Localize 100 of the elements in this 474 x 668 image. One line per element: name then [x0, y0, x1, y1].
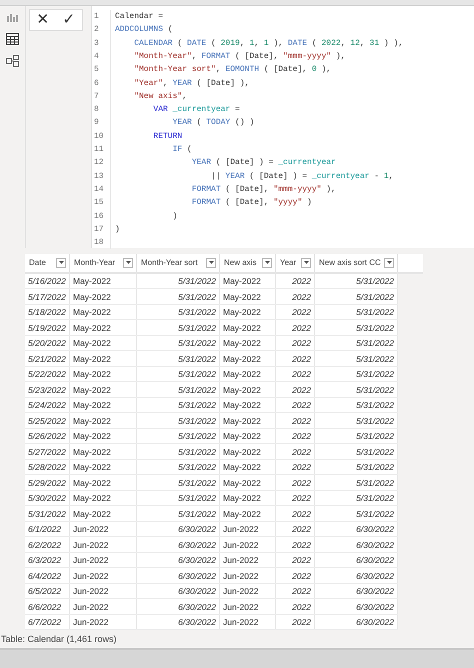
table-cell: 2022 [276, 320, 315, 335]
table-cell: May-2022 [70, 460, 137, 474]
table-cell: 6/5/2022 [25, 584, 70, 598]
table-cell: Jun-2022 [70, 537, 137, 552]
filter-dropdown-icon[interactable] [262, 258, 272, 268]
table-cell: May-2022 [70, 428, 137, 444]
table-cell: 5/31/2022 [315, 304, 398, 320]
table-cell: 5/31/2022 [315, 413, 398, 428]
table-cell: Jun-2022 [220, 537, 276, 552]
table-cell: 2022 [276, 537, 315, 552]
table-cell: 5/31/2022 [315, 506, 398, 521]
table-cell: 2022 [276, 599, 315, 614]
line-number: 10 [93, 132, 105, 141]
table-cell: May-2022 [220, 336, 276, 350]
table-cell: 5/17/2022 [25, 289, 70, 304]
table-cell: 2022 [276, 366, 315, 382]
table-cell: Jun-2022 [70, 568, 137, 583]
table-cell: 5/31/2022 [137, 274, 220, 288]
table-cell: 5/31/2022 [137, 289, 220, 304]
filter-dropdown-icon[interactable] [123, 258, 133, 268]
commit-button[interactable]: ✓ [62, 12, 76, 28]
table-cell: 2022 [276, 274, 315, 288]
table-cell: 5/31/2022 [315, 475, 398, 490]
line-number: 15 [93, 198, 105, 208]
code-line: YEAR ( TODAY () ) [110, 116, 254, 130]
code-line: FORMAT ( [Date], "yyyy" ) [110, 196, 312, 210]
code-line: || YEAR ( [Date] ) = _currentyear - 1, [110, 170, 394, 183]
code-line: CALENDAR ( DATE ( 2019, 1, 1 ), DATE ( 2022, 12, 31 ) ), [110, 36, 404, 50]
report-view-icon[interactable] [7, 12, 18, 23]
code-line: ) [110, 209, 178, 223]
column-header[interactable]: New axis sort CC [319, 258, 381, 268]
table-cell: May-2022 [70, 274, 137, 288]
table-cell: Jun-2022 [220, 552, 276, 568]
line-number: 13 [93, 172, 105, 181]
column-header[interactable]: Month-Year sort [141, 258, 198, 268]
table-cell: 6/2/2022 [25, 537, 70, 552]
line-number: 11 [93, 145, 105, 154]
code-line: "Year", YEAR ( [Date] ), [110, 76, 250, 90]
table-cell: 6/6/2022 [25, 599, 70, 614]
table-cell: May-2022 [70, 398, 137, 412]
model-view-icon[interactable] [6, 54, 19, 68]
line-number: 1 [93, 12, 100, 22]
table-cell: May-2022 [220, 460, 276, 474]
table-cell: 5/31/2022 [315, 351, 398, 366]
table-cell: 5/19/2022 [25, 320, 70, 335]
table-cell: 6/30/2022 [315, 584, 398, 598]
table-cell: 5/31/2022 [137, 320, 220, 335]
table-cell: Jun-2022 [220, 599, 276, 614]
filter-dropdown-icon[interactable] [384, 258, 394, 268]
code-line: ADDCOLUMNS ( [110, 23, 173, 37]
table-cell: May-2022 [70, 490, 137, 506]
column-header[interactable]: Date [29, 258, 46, 268]
table-cell: 5/31/2022 [315, 382, 398, 397]
table-cell: 6/30/2022 [137, 614, 220, 630]
table-cell: 6/30/2022 [315, 537, 398, 552]
table-cell: 5/31/2022 [315, 366, 398, 382]
table-cell: May-2022 [220, 475, 276, 490]
filter-dropdown-icon[interactable] [301, 258, 311, 268]
column-header[interactable]: New axis [224, 258, 256, 268]
table-cell: 5/31/2022 [25, 506, 70, 521]
table-cell: 2022 [276, 490, 315, 506]
table-cell: 5/31/2022 [137, 475, 220, 490]
line-number: 6 [93, 78, 100, 88]
code-editor[interactable] [91, 6, 474, 248]
table-cell: 2022 [276, 475, 315, 490]
column-header[interactable]: Year [280, 258, 296, 268]
table-cell: 5/24/2022 [25, 398, 70, 412]
table-cell: Jun-2022 [70, 552, 137, 568]
line-number: 9 [93, 118, 100, 128]
table-cell: 2022 [276, 460, 315, 474]
table-cell: 5/31/2022 [315, 428, 398, 444]
table-cell: 5/31/2022 [137, 460, 220, 474]
table-cell: 5/23/2022 [25, 382, 70, 397]
table-cell: May-2022 [70, 351, 137, 366]
table-cell: 5/31/2022 [315, 274, 398, 288]
filter-dropdown-icon[interactable] [206, 258, 216, 268]
code-line: IF ( [110, 142, 192, 156]
table-cell: May-2022 [220, 413, 276, 428]
table-cell: May-2022 [220, 398, 276, 412]
table-cell: 6/30/2022 [137, 552, 220, 568]
table-cell: 6/30/2022 [137, 599, 220, 614]
table-cell: 5/31/2022 [137, 398, 220, 412]
table-cell: 2022 [276, 413, 315, 428]
table-cell: 5/21/2022 [25, 351, 70, 366]
table-cell: 5/27/2022 [25, 444, 70, 459]
table-cell: 2022 [276, 614, 315, 630]
table-cell: 6/30/2022 [137, 522, 220, 536]
code-line: "New axis", [110, 90, 188, 104]
table-cell: 5/31/2022 [137, 413, 220, 428]
table-view-icon[interactable] [6, 32, 19, 45]
filter-dropdown-icon[interactable] [56, 258, 66, 268]
cancel-button[interactable]: ✕ [36, 12, 50, 28]
column-header[interactable]: Month-Year [74, 258, 116, 268]
table-cell: May-2022 [220, 490, 276, 506]
table-cell: Jun-2022 [70, 599, 137, 614]
code-line: VAR _currentyear = [110, 103, 240, 116]
table-cell: 2022 [276, 522, 315, 536]
code-line: FORMAT ( [Date], "mmm-yyyy" ), [110, 182, 336, 196]
table-cell: May-2022 [220, 304, 276, 320]
code-line: RETURN [110, 130, 182, 143]
